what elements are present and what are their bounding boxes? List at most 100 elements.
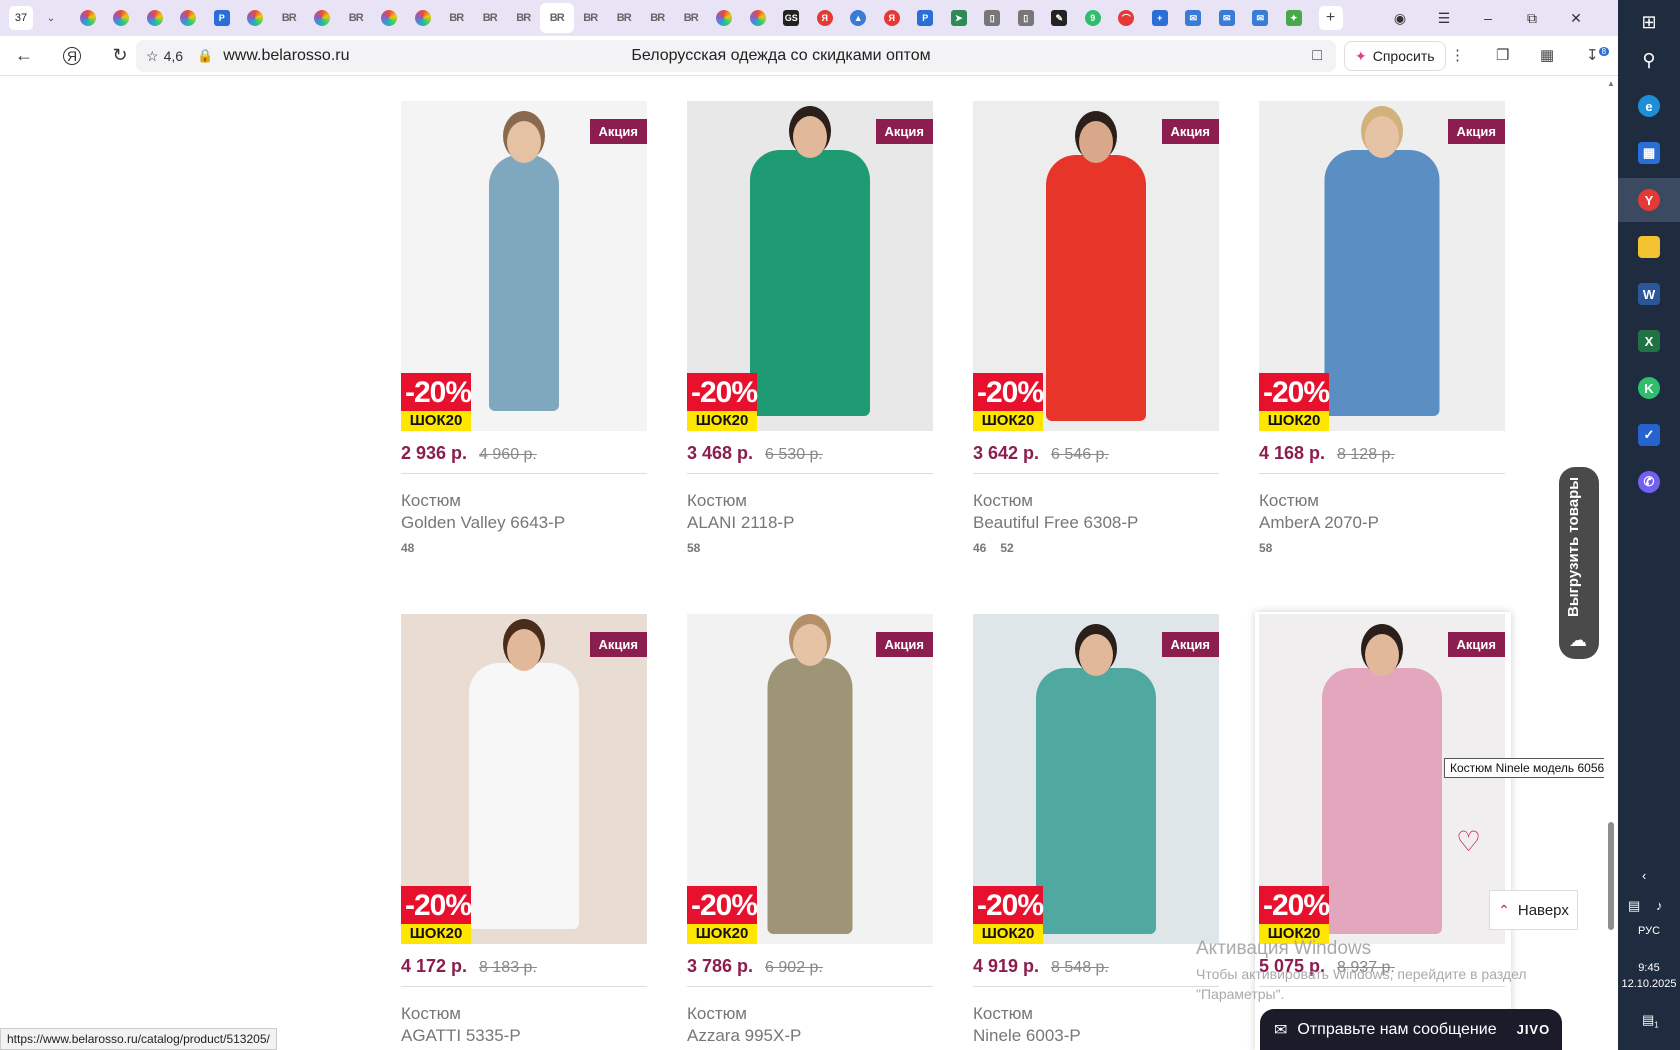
- chevron-left-icon[interactable]: ‹: [1642, 868, 1646, 883]
- product-card[interactable]: Акция -20% ШОК20 4 919 р. 8 548 р. Костюм Nine…: [973, 614, 1219, 1046]
- browser-tab[interactable]: [741, 3, 775, 33]
- browser-tab[interactable]: BR: [507, 3, 541, 33]
- browser-tab[interactable]: BR: [607, 3, 641, 33]
- browser-tab[interactable]: [306, 3, 340, 33]
- browser-tab[interactable]: BR: [473, 3, 507, 33]
- browser-tab[interactable]: BR: [540, 3, 574, 33]
- browser-tab[interactable]: ➤: [942, 3, 976, 33]
- browser-tab[interactable]: [708, 3, 742, 33]
- minimize-button[interactable]: –: [1466, 10, 1510, 26]
- scrollbar[interactable]: ▲: [1604, 77, 1618, 1050]
- restore-button[interactable]: ⧉: [1510, 10, 1554, 27]
- taskbar-excel[interactable]: X: [1618, 319, 1680, 363]
- collections-icon[interactable]: ❐: [1496, 46, 1509, 64]
- browser-tab[interactable]: BR: [440, 3, 474, 33]
- product-card[interactable]: Акция -20% ШОК20 4 172 р. 8 183 р. Костюм AGAT…: [401, 614, 647, 1046]
- browser-tab[interactable]: 9: [1076, 3, 1110, 33]
- product-photo[interactable]: Акция -20% ШОК20: [401, 614, 647, 944]
- scrollbar-thumb[interactable]: [1608, 822, 1614, 930]
- browser-tab[interactable]: ▯: [976, 3, 1010, 33]
- product-type[interactable]: Костюм: [973, 491, 1219, 511]
- product-type[interactable]: Костюм: [401, 491, 647, 511]
- volume-icon[interactable]: ♪: [1656, 898, 1663, 913]
- download-icon[interactable]: ↧ 8: [1586, 46, 1610, 64]
- browser-tab[interactable]: GS: [775, 3, 809, 33]
- browser-tab[interactable]: Я: [808, 3, 842, 33]
- product-photo[interactable]: Акция -20% ШОК20: [401, 101, 647, 431]
- browser-tab[interactable]: ✉: [1210, 3, 1244, 33]
- scroll-up-arrow-icon[interactable]: ▲: [1607, 79, 1615, 88]
- product-card[interactable]: Акция -20% ШОК20 3 642 р. 6 546 р. Костюм Beau…: [973, 101, 1219, 555]
- site-rating[interactable]: ☆ 4,6: [146, 48, 183, 65]
- product-name[interactable]: Beautiful Free 6308-Р: [973, 513, 1219, 533]
- clock-date[interactable]: 12.10.2025: [1618, 978, 1680, 990]
- clock-time[interactable]: 9:45: [1618, 962, 1680, 974]
- product-photo[interactable]: Акция -20% ШОК20: [687, 101, 933, 431]
- browser-tab[interactable]: BR: [574, 3, 608, 33]
- taskbar-viber[interactable]: ✆: [1618, 460, 1680, 504]
- browser-tab[interactable]: [406, 3, 440, 33]
- extensions-icon[interactable]: ▦: [1540, 46, 1554, 64]
- close-button[interactable]: ✕: [1554, 10, 1598, 27]
- heart-icon[interactable]: ♡: [1456, 825, 1481, 858]
- back-to-top-button[interactable]: ⌃ Наверх: [1489, 890, 1578, 930]
- product-name[interactable]: Ninele 6003-Р: [973, 1026, 1219, 1046]
- taskbar-explorer[interactable]: [1618, 225, 1680, 269]
- product-type[interactable]: Костюм: [687, 491, 933, 511]
- size-option[interactable]: 58: [1259, 541, 1272, 555]
- product-type[interactable]: Костюм: [687, 1004, 933, 1024]
- product-photo[interactable]: Акция -20% ШОК20: [1259, 614, 1505, 944]
- product-name[interactable]: AmberA 2070-Р: [1259, 513, 1505, 533]
- reload-button[interactable]: ↻: [106, 42, 134, 70]
- taskbar-todo[interactable]: ✓: [1618, 413, 1680, 457]
- profile-icon[interactable]: ◉: [1378, 10, 1422, 27]
- taskbar-store[interactable]: ▦: [1618, 131, 1680, 175]
- product-name[interactable]: AGATTI 5335-Р: [401, 1026, 647, 1046]
- browser-tab[interactable]: [239, 3, 273, 33]
- more-vertical-icon[interactable]: ⋮: [1450, 46, 1465, 64]
- browser-tab[interactable]: BR: [272, 3, 306, 33]
- browser-tab[interactable]: BR: [674, 3, 708, 33]
- browser-tab[interactable]: [373, 3, 407, 33]
- tab-list-dropdown[interactable]: ⌄: [39, 6, 63, 30]
- back-button[interactable]: ←: [10, 42, 38, 70]
- browser-tab[interactable]: ✉: [1177, 3, 1211, 33]
- product-card[interactable]: Акция -20% ШОК20 2 936 р. 4 960 р. Костюм Gold…: [401, 101, 647, 555]
- product-name[interactable]: Golden Valley 6643-Р: [401, 513, 647, 533]
- language-indicator[interactable]: РУС: [1618, 925, 1680, 937]
- notifications-icon[interactable]: ▤1: [1642, 1012, 1659, 1030]
- size-option[interactable]: 52: [1000, 541, 1013, 555]
- lock-icon[interactable]: 🔒: [197, 48, 213, 64]
- new-tab-button[interactable]: +: [1318, 6, 1343, 30]
- menu-icon[interactable]: ☰: [1422, 10, 1466, 27]
- product-photo[interactable]: Акция -20% ШОК20: [687, 614, 933, 944]
- product-photo[interactable]: Акция -20% ШОК20: [973, 614, 1219, 944]
- product-card[interactable]: Акция -20% ШОК20 3 786 р. 6 902 р. Костюм Azza…: [687, 614, 933, 1046]
- browser-tab[interactable]: +: [1143, 3, 1177, 33]
- browser-tab[interactable]: [105, 3, 139, 33]
- browser-tab[interactable]: [71, 3, 105, 33]
- search-button[interactable]: ⚲: [1618, 38, 1680, 82]
- browser-tab[interactable]: P: [205, 3, 239, 33]
- product-card[interactable]: Акция -20% ШОК20 5 075 р. 8 937 р.: [1259, 614, 1505, 987]
- browser-tab[interactable]: ▲: [842, 3, 876, 33]
- taskbar-word[interactable]: W: [1618, 272, 1680, 316]
- browser-tab[interactable]: Я: [875, 3, 909, 33]
- product-card[interactable]: Акция -20% ШОК20 4 168 р. 8 128 р. Костюм Ambe…: [1259, 101, 1505, 555]
- browser-tab[interactable]: BR: [641, 3, 675, 33]
- bookmark-icon[interactable]: □: [1312, 47, 1322, 65]
- browser-tab[interactable]: BR: [339, 3, 373, 33]
- chat-widget[interactable]: ✉ Отправьте нам сообщение JIVO: [1260, 1009, 1562, 1050]
- taskbar-yandex-browser[interactable]: Y: [1618, 178, 1680, 222]
- product-name[interactable]: Azzara 995Х-Р: [687, 1026, 933, 1046]
- browser-tab[interactable]: [138, 3, 172, 33]
- size-option[interactable]: 48: [401, 541, 414, 555]
- product-photo[interactable]: Акция -20% ШОК20: [973, 101, 1219, 431]
- browser-tab[interactable]: ✎: [1043, 3, 1077, 33]
- size-option[interactable]: 46: [973, 541, 986, 555]
- omnibox[interactable]: ☆ 4,6 🔒 www.belarosso.ru Белорусская оде…: [136, 40, 1336, 72]
- ask-button[interactable]: ✦ Спросить: [1344, 41, 1446, 71]
- taskbar-k-app[interactable]: K: [1618, 366, 1680, 410]
- product-type[interactable]: Костюм: [401, 1004, 647, 1024]
- browser-tab[interactable]: ✉: [1244, 3, 1278, 33]
